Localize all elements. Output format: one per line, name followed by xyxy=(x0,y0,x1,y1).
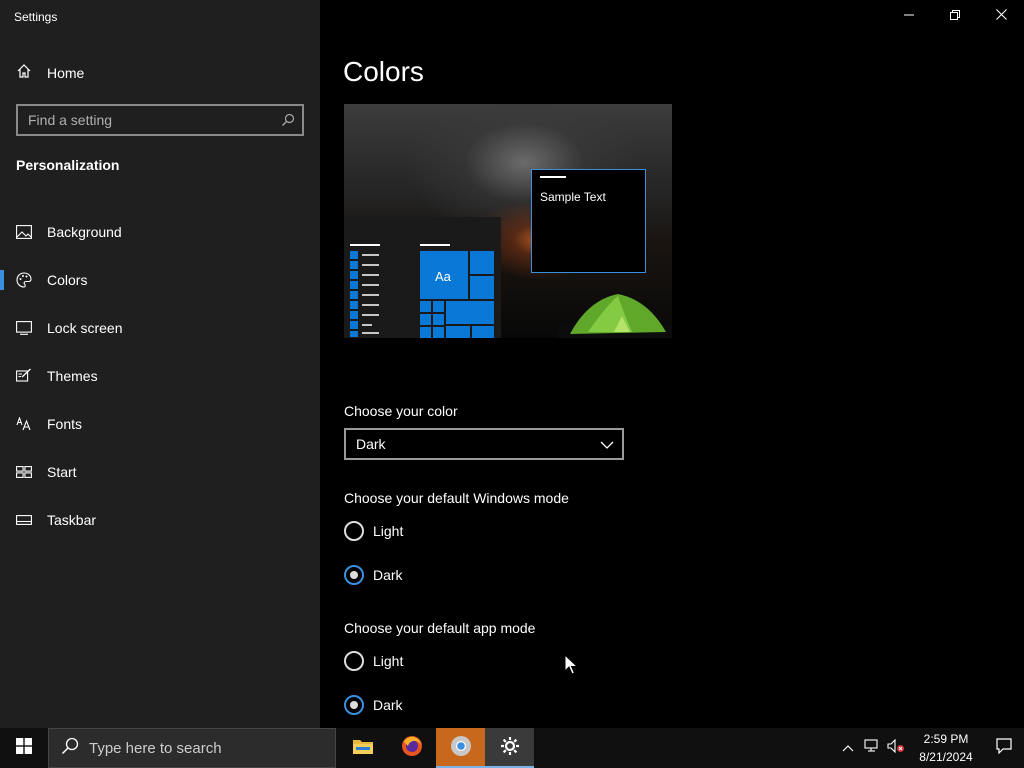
fonts-icon xyxy=(16,416,32,432)
radio-button[interactable] xyxy=(344,521,364,541)
radio-button-checked[interactable] xyxy=(344,565,364,585)
sidebar-item-start[interactable]: Start xyxy=(0,448,320,496)
sidebar-item-colors[interactable]: Colors xyxy=(0,256,320,304)
chrome-icon xyxy=(450,735,472,762)
settings-sidebar: Settings Home Personalization Background… xyxy=(0,0,320,728)
preview-sample-window: Sample Text xyxy=(531,169,646,273)
action-center-button[interactable] xyxy=(984,728,1024,768)
choose-color-selected-value: Dark xyxy=(356,436,386,452)
taskbar: Type here to search 2:59 PM 8/21/2024 xyxy=(0,728,1024,768)
preview-tile-text: Aa xyxy=(435,269,451,284)
start-button[interactable] xyxy=(0,728,48,768)
restore-icon xyxy=(950,7,960,25)
themes-icon xyxy=(16,368,32,384)
taskbar-apps xyxy=(338,728,534,768)
windows-mode-light-radio[interactable]: Light xyxy=(344,520,403,542)
system-tray: 2:59 PM 8/21/2024 xyxy=(836,728,1024,768)
windows-logo-icon xyxy=(16,737,32,759)
personalization-nav: Background Colors Lock screen Themes Fon… xyxy=(0,208,320,544)
palette-icon xyxy=(16,272,32,288)
windows-mode-dark-radio[interactable]: Dark xyxy=(344,564,403,586)
volume-button[interactable] xyxy=(884,728,908,768)
taskbar-search-placeholder: Type here to search xyxy=(89,739,222,757)
sample-window-titlebar xyxy=(540,176,566,178)
firefox-icon xyxy=(401,735,423,762)
colors-settings-page: Colors Aa Sample Text Choose your color … xyxy=(320,0,1024,728)
sample-text: Sample Text xyxy=(540,190,606,204)
volume-muted-icon xyxy=(887,738,905,758)
taskbar-search-box[interactable]: Type here to search xyxy=(48,728,336,768)
radio-button-checked[interactable] xyxy=(344,695,364,715)
lock-screen-icon xyxy=(16,320,32,336)
find-setting-input[interactable] xyxy=(18,112,274,128)
clock-date: 8/21/2024 xyxy=(919,750,973,764)
network-button[interactable] xyxy=(860,728,884,768)
app-mode-dark-radio[interactable]: Dark xyxy=(344,694,403,716)
sidebar-item-label: Start xyxy=(47,464,77,480)
chevron-up-icon xyxy=(842,739,854,757)
choose-color-dropdown[interactable]: Dark xyxy=(344,428,624,460)
radio-label: Light xyxy=(373,653,404,669)
close-icon xyxy=(995,7,1007,25)
sidebar-item-taskbar[interactable]: Taskbar xyxy=(0,496,320,544)
close-button[interactable] xyxy=(978,0,1024,32)
window-controls xyxy=(886,0,1024,32)
sidebar-item-label: Background xyxy=(47,224,122,240)
restore-button[interactable] xyxy=(932,0,978,32)
home-label: Home xyxy=(47,65,85,81)
home-icon xyxy=(16,63,32,84)
radio-label: Light xyxy=(373,523,404,539)
app-mode-label: Choose your default app mode xyxy=(344,620,536,636)
taskbar-app-chrome[interactable] xyxy=(436,728,485,768)
taskbar-clock[interactable]: 2:59 PM 8/21/2024 xyxy=(908,730,984,766)
sidebar-item-fonts[interactable]: Fonts xyxy=(0,400,320,448)
radio-label: Dark xyxy=(373,567,403,583)
sidebar-item-lock-screen[interactable]: Lock screen xyxy=(0,304,320,352)
taskbar-app-settings[interactable] xyxy=(485,728,534,768)
search-icon xyxy=(61,737,79,759)
tent-image xyxy=(558,294,672,338)
image-icon xyxy=(16,224,32,240)
app-title: Settings xyxy=(14,10,58,24)
sidebar-item-label: Fonts xyxy=(47,416,83,432)
clock-time: 2:59 PM xyxy=(923,732,969,746)
preview-start-menu-graphic xyxy=(350,244,494,338)
sidebar-item-label: Themes xyxy=(47,368,98,384)
radio-button[interactable] xyxy=(344,651,364,671)
sidebar-item-label: Lock screen xyxy=(47,320,123,336)
page-title: Colors xyxy=(343,56,424,87)
sidebar-item-label: Taskbar xyxy=(47,512,97,528)
sidebar-item-themes[interactable]: Themes xyxy=(0,352,320,400)
taskbar-icon xyxy=(16,512,32,528)
gear-icon xyxy=(500,736,520,761)
preview-start-menu: Aa xyxy=(344,217,501,338)
chevron-down-icon xyxy=(600,436,614,452)
home-nav-item[interactable]: Home xyxy=(0,58,320,88)
section-title: Personalization xyxy=(16,157,120,173)
minimize-icon xyxy=(904,7,914,25)
start-icon xyxy=(16,464,32,480)
sidebar-item-label: Colors xyxy=(47,272,88,288)
sidebar-item-background[interactable]: Background xyxy=(0,208,320,256)
windows-mode-label: Choose your default Windows mode xyxy=(344,490,569,506)
show-hidden-icons-button[interactable] xyxy=(836,728,860,768)
mouse-cursor-icon xyxy=(564,654,578,675)
radio-label: Dark xyxy=(373,697,403,713)
color-preview-image: Aa Sample Text xyxy=(344,104,672,338)
minimize-button[interactable] xyxy=(886,0,932,32)
taskbar-app-firefox[interactable] xyxy=(387,728,436,768)
find-setting-search-box[interactable] xyxy=(16,104,304,136)
folder-icon xyxy=(352,737,374,760)
notification-icon xyxy=(996,737,1012,759)
network-icon xyxy=(864,738,880,758)
taskbar-app-file-explorer[interactable] xyxy=(338,728,387,768)
choose-color-label: Choose your color xyxy=(344,403,458,419)
app-mode-light-radio[interactable]: Light xyxy=(344,650,403,672)
search-icon[interactable] xyxy=(274,113,302,127)
